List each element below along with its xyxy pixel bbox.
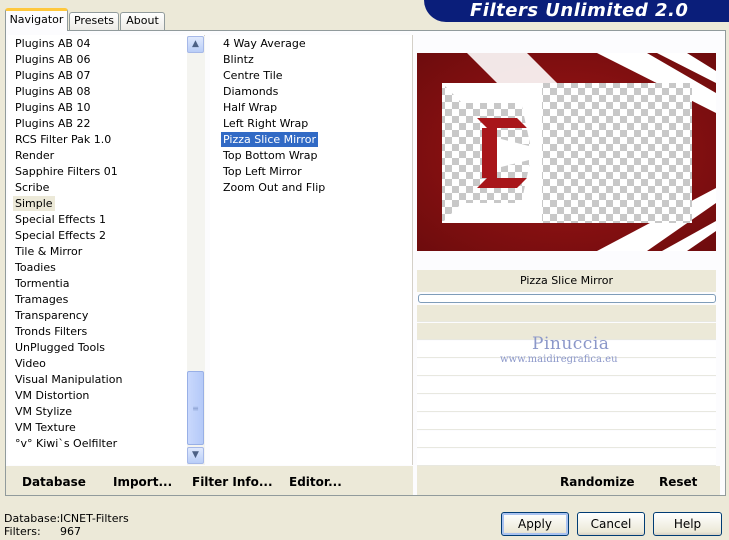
filter-item[interactable]: Diamonds <box>221 84 280 99</box>
category-item[interactable]: Tramages <box>13 292 70 307</box>
category-item[interactable]: Toadies <box>13 260 58 275</box>
category-item[interactable]: Visual Manipulation <box>13 372 124 387</box>
filter-item[interactable]: Left Right Wrap <box>221 116 310 131</box>
reset-button[interactable]: Reset <box>659 470 698 494</box>
category-item[interactable]: Plugins AB 22 <box>13 116 92 131</box>
category-item[interactable]: VM Distortion <box>13 388 91 403</box>
progress-bar <box>418 294 716 303</box>
selected-filter-name: Pizza Slice Mirror <box>417 270 716 292</box>
category-item[interactable]: Plugins AB 04 <box>13 36 92 51</box>
filters-label: Filters: <box>4 525 41 538</box>
import-button[interactable]: Import... <box>113 470 173 494</box>
database-value: ICNET-Filters <box>60 512 129 525</box>
category-list[interactable]: Plugins AB 04 Plugins AB 06 Plugins AB 07 P… <box>8 35 205 465</box>
apply-button[interactable]: Apply <box>501 512 569 536</box>
database-button[interactable]: Database <box>22 470 86 494</box>
category-item[interactable]: Special Effects 1 <box>13 212 108 227</box>
help-button[interactable]: Help <box>653 512 722 536</box>
scrollbar-thumb[interactable]: ≡ <box>187 371 204 445</box>
chevron-down-icon[interactable]: ▼ <box>187 447 204 464</box>
app-title: Filters Unlimited 2.0 <box>470 0 689 21</box>
randomize-button[interactable]: Randomize <box>560 470 635 494</box>
category-item[interactable]: Plugins AB 06 <box>13 52 92 67</box>
category-item[interactable]: UnPlugged Tools <box>13 340 107 355</box>
category-item[interactable]: VM Stylize <box>13 404 74 419</box>
filter-item[interactable]: 4 Way Average <box>221 36 308 51</box>
filter-list[interactable]: 4 Way Average Blintz Centre Tile Diamonds Ha… <box>210 35 413 465</box>
category-item[interactable]: Scribe <box>13 180 51 195</box>
category-item[interactable]: Simple <box>13 196 55 211</box>
tab-about[interactable]: About <box>120 12 165 30</box>
filter-item[interactable]: Top Left Mirror <box>221 164 304 179</box>
filter-item[interactable]: Centre Tile <box>221 68 285 83</box>
category-item[interactable]: Special Effects 2 <box>13 228 108 243</box>
category-item[interactable]: VM Texture <box>13 420 78 435</box>
filter-item[interactable]: Half Wrap <box>221 100 279 115</box>
category-item[interactable]: Tronds Filters <box>13 324 89 339</box>
slider-row[interactable] <box>417 431 716 448</box>
filter-item[interactable]: Pizza Slice Mirror <box>221 132 319 147</box>
filters-count: 967 <box>60 525 81 538</box>
slider-row[interactable] <box>417 395 716 412</box>
parameter-area <box>417 305 716 466</box>
preview-image <box>417 53 716 251</box>
category-item[interactable]: Tormentia <box>13 276 71 291</box>
slider-row[interactable] <box>417 305 716 322</box>
filter-item[interactable]: Zoom Out and Flip <box>221 180 327 195</box>
chevron-up-icon[interactable]: ▲ <box>187 36 204 53</box>
database-label: Database: <box>4 512 61 525</box>
category-item[interactable]: Transparency <box>13 308 90 323</box>
filter-item[interactable]: Blintz <box>221 52 256 67</box>
category-item[interactable]: Plugins AB 08 <box>13 84 92 99</box>
tab-presets[interactable]: Presets <box>69 12 119 30</box>
slider-row[interactable] <box>417 377 716 394</box>
category-item[interactable]: Video <box>13 356 48 371</box>
category-scrollbar[interactable]: ▲ ≡ ▼ <box>187 36 205 465</box>
filter-info-button[interactable]: Filter Info... <box>192 470 273 494</box>
watermark-name: Pinuccia <box>532 334 610 354</box>
category-item[interactable]: Tile & Mirror <box>13 244 84 259</box>
grip-icon: ≡ <box>192 404 199 413</box>
slider-row[interactable] <box>417 413 716 430</box>
category-item[interactable]: Plugins AB 07 <box>13 68 92 83</box>
category-item[interactable]: RCS Filter Pak 1.0 <box>13 132 113 147</box>
filter-item[interactable]: Top Bottom Wrap <box>221 148 320 163</box>
editor-button[interactable]: Editor... <box>289 470 342 494</box>
category-item[interactable]: Plugins AB 10 <box>13 100 92 115</box>
category-item[interactable]: °v° Kiwi`s Oelfilter <box>13 436 119 451</box>
cancel-button[interactable]: Cancel <box>577 512 645 536</box>
tab-navigator[interactable]: Navigator <box>5 8 68 31</box>
watermark-url: www.maidiregrafica.eu <box>500 354 618 365</box>
preview-art <box>417 53 716 251</box>
category-item[interactable]: Sapphire Filters 01 <box>13 164 120 179</box>
category-item[interactable]: Render <box>13 148 56 163</box>
slider-row[interactable] <box>417 449 716 466</box>
